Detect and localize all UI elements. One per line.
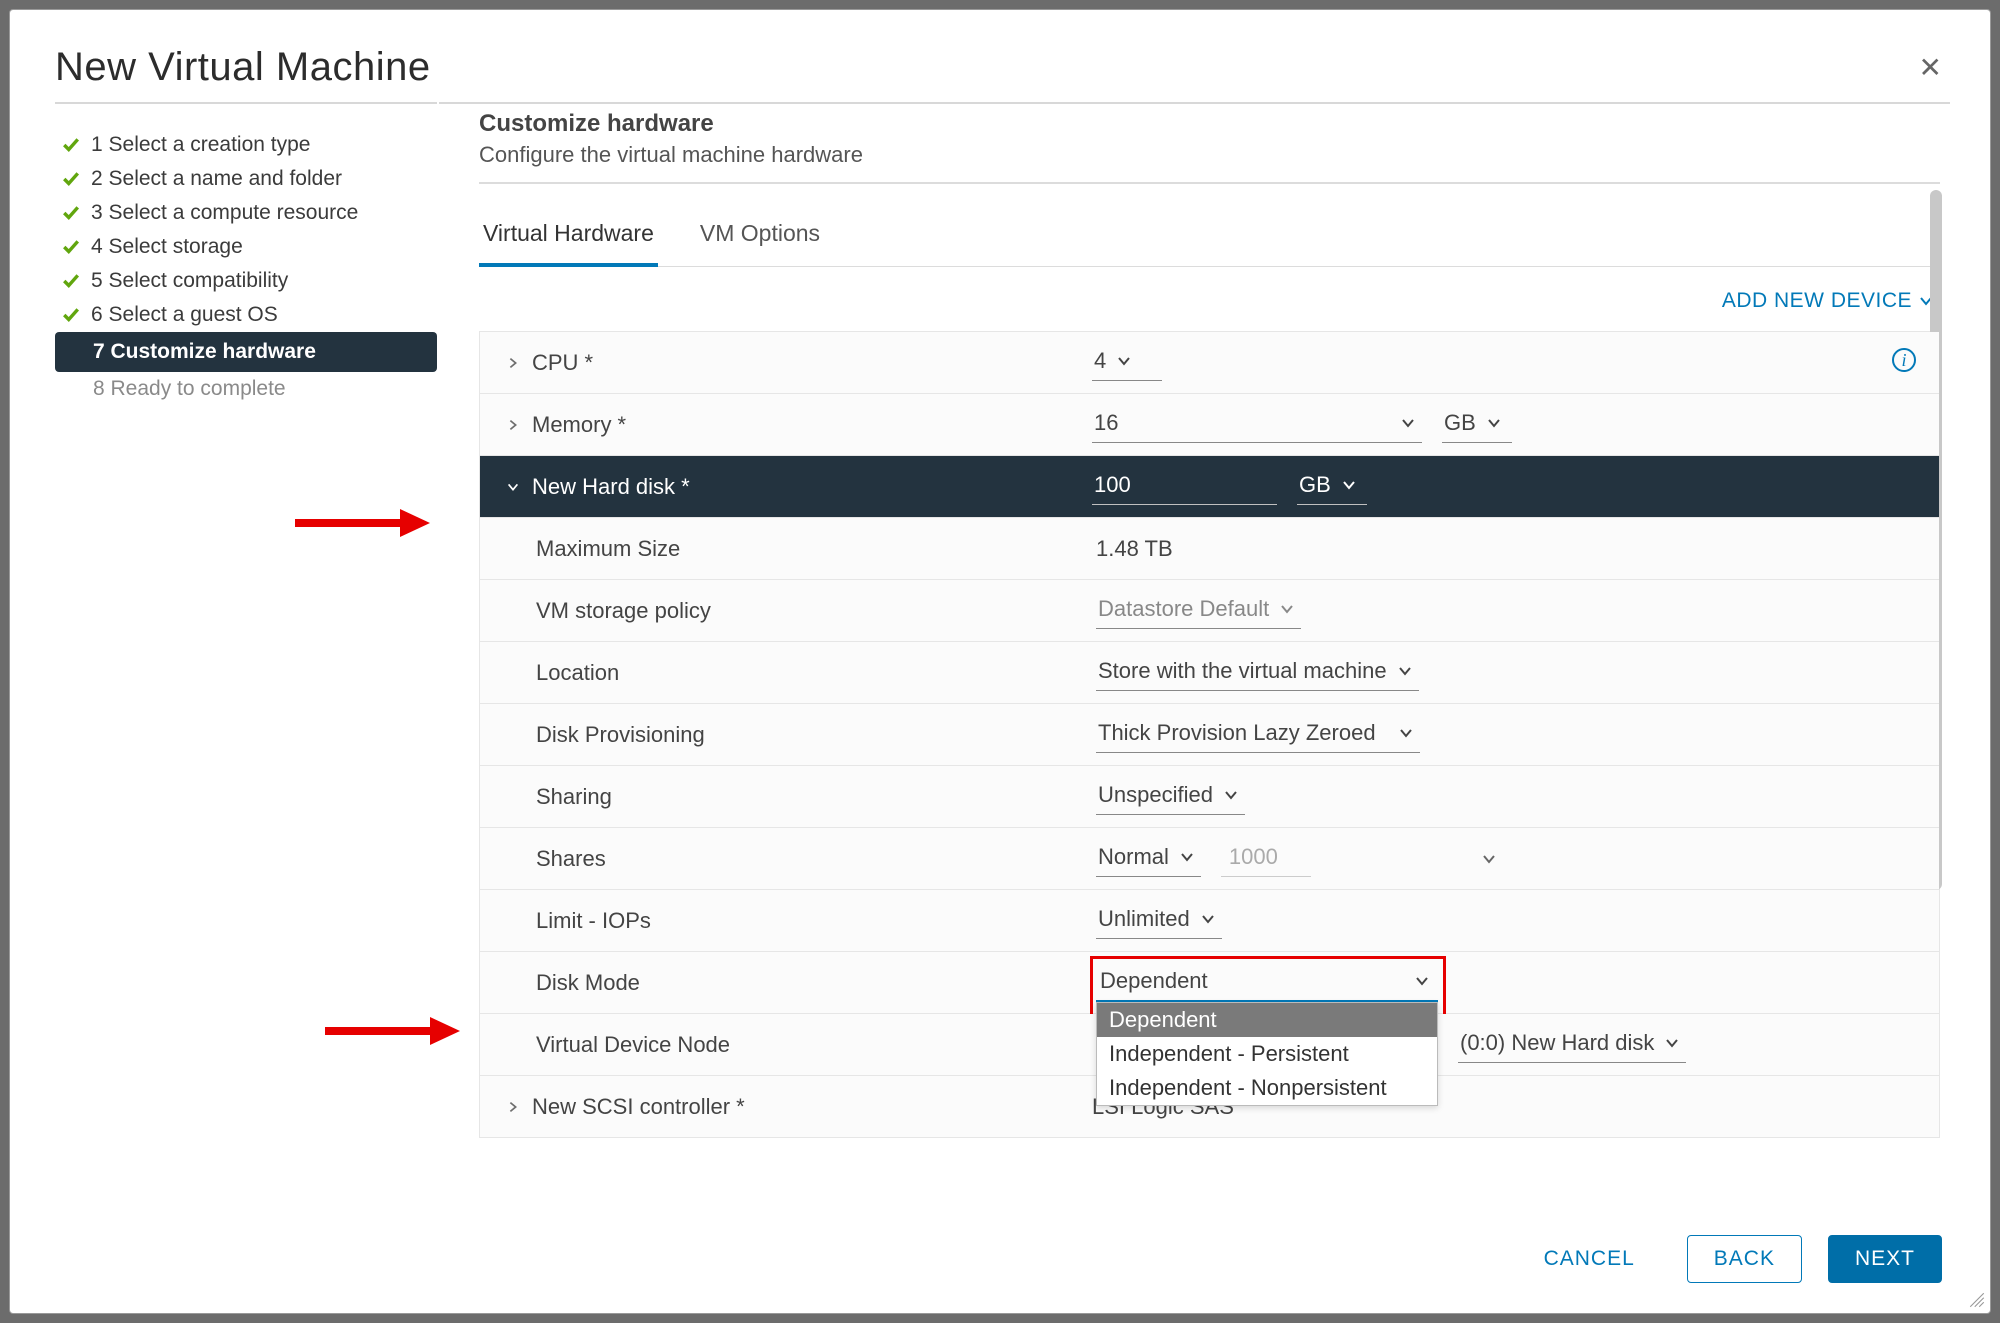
chevron-down-icon [1223,787,1239,803]
row-shares: Shares Normal 1000 [480,828,1939,890]
disk-mode-option[interactable]: Independent - Persistent [1097,1037,1437,1071]
select-limit-iops[interactable]: Unlimited [1096,902,1222,939]
row-max-size: Maximum Size 1.48 TB [480,518,1939,580]
check-icon [61,203,81,223]
wizard-step-2[interactable]: 2 Select a name and folder [55,162,437,196]
row-sharing: Sharing Unspecified [480,766,1939,828]
footer: CANCEL BACK NEXT [55,1217,1950,1283]
disk-mode-option[interactable]: Dependent [1097,1003,1437,1037]
row-location: Location Store with the virtual machine [480,642,1939,704]
value-max-size: 1.48 TB [1096,536,1917,562]
wizard-step-1[interactable]: 1 Select a creation type [55,128,437,162]
chevron-down-icon [1398,725,1414,741]
add-new-device-button[interactable]: ADD NEW DEVICE [1722,289,1934,313]
chevron-down-icon [1664,1035,1680,1051]
chevron-down-icon[interactable] [504,480,522,494]
chevron-down-icon [1200,911,1216,927]
hardware-grid: CPU * 4 i [479,331,1940,1138]
label-memory: Memory * [532,412,1092,438]
chevron-right-icon[interactable] [504,1100,522,1114]
row-hard-disk: New Hard disk * 100 GB [480,456,1939,518]
wizard-step-6[interactable]: 6 Select a guest OS [55,298,437,332]
label-max-size: Maximum Size [536,536,1096,562]
resize-handle-icon[interactable] [1968,1291,1986,1309]
label-cpu: CPU * [532,350,1092,376]
chevron-down-icon [1397,663,1413,679]
label-hard-disk: New Hard disk * [532,474,1092,500]
select-virtual-device-node[interactable]: (0:0) New Hard disk [1458,1026,1686,1063]
check-icon [61,237,81,257]
wizard-step-3[interactable]: 3 Select a compute resource [55,196,437,230]
select-disk-provisioning[interactable]: Thick Provision Lazy Zeroed [1096,716,1420,753]
back-button[interactable]: BACK [1687,1235,1802,1283]
new-vm-dialog: New Virtual Machine ✕ 1 Select a creatio… [9,9,1991,1314]
wizard-step-4[interactable]: 4 Select storage [55,230,437,264]
select-disk-unit[interactable]: GB [1297,468,1367,505]
row-cpu: CPU * 4 i [480,332,1939,394]
row-disk-provisioning: Disk Provisioning Thick Provision Lazy Z… [480,704,1939,766]
disk-mode-option[interactable]: Independent - Nonpersistent [1097,1071,1437,1105]
chevron-right-icon[interactable] [504,356,522,370]
row-limit-iops: Limit - IOPs Unlimited [480,890,1939,952]
chevron-down-icon [1179,849,1195,865]
tab-virtual-hardware[interactable]: Virtual Hardware [479,208,658,267]
chevron-down-icon [1341,477,1357,493]
select-location[interactable]: Store with the virtual machine [1096,654,1419,691]
wizard-step-5[interactable]: 5 Select compatibility [55,264,437,298]
disk-mode-dropdown: DependentIndependent - PersistentIndepen… [1096,1002,1438,1106]
svg-text:i: i [1901,350,1906,370]
select-cpu[interactable]: 4 [1092,344,1162,381]
input-memory[interactable]: 16 [1092,406,1422,443]
chevron-down-icon [1279,601,1295,617]
cancel-button[interactable]: CANCEL [1518,1236,1661,1282]
tabs: Virtual Hardware VM Options [479,184,1940,267]
select-sharing[interactable]: Unspecified [1096,778,1245,815]
tab-vm-options[interactable]: VM Options [696,208,824,266]
chevron-down-icon [1414,973,1430,989]
main-panel: Customize hardware Configure the virtual… [439,102,1950,1217]
dialog-title: New Virtual Machine [55,45,431,90]
label-scsi: New SCSI controller * [532,1094,1092,1120]
wizard-step-8: 8 Ready to complete [55,372,437,406]
row-memory: Memory * 16 GB [480,394,1939,456]
input-shares-value[interactable]: 1000 [1221,840,1311,877]
chevron-down-icon [1400,415,1416,431]
section-subtitle: Configure the virtual machine hardware [479,142,1940,168]
chevron-down-icon [1116,353,1132,369]
row-disk-mode: Disk Mode Dependent DependentIndependent… [480,952,1939,1014]
row-storage-policy: VM storage policy Datastore Default [480,580,1939,642]
next-button[interactable]: NEXT [1828,1235,1942,1283]
chevron-right-icon[interactable] [504,418,522,432]
wizard-step-7[interactable]: 7 Customize hardware [55,332,437,372]
check-icon [61,271,81,291]
wizard-steps: 1 Select a creation type2 Select a name … [55,102,437,1217]
info-icon[interactable]: i [1891,347,1917,379]
chevron-down-icon [1486,415,1502,431]
check-icon [61,169,81,189]
select-memory-unit[interactable]: GB [1442,406,1512,443]
close-icon[interactable]: ✕ [1919,51,1942,84]
section-title: Customize hardware [479,110,1940,138]
check-icon [61,135,81,155]
select-disk-mode[interactable]: Dependent [1096,964,1438,1002]
check-icon [61,305,81,325]
chevron-down-icon[interactable] [1481,851,1497,867]
select-storage-policy[interactable]: Datastore Default [1096,592,1301,629]
select-shares[interactable]: Normal [1096,840,1201,877]
input-disk-size[interactable]: 100 [1092,468,1277,505]
